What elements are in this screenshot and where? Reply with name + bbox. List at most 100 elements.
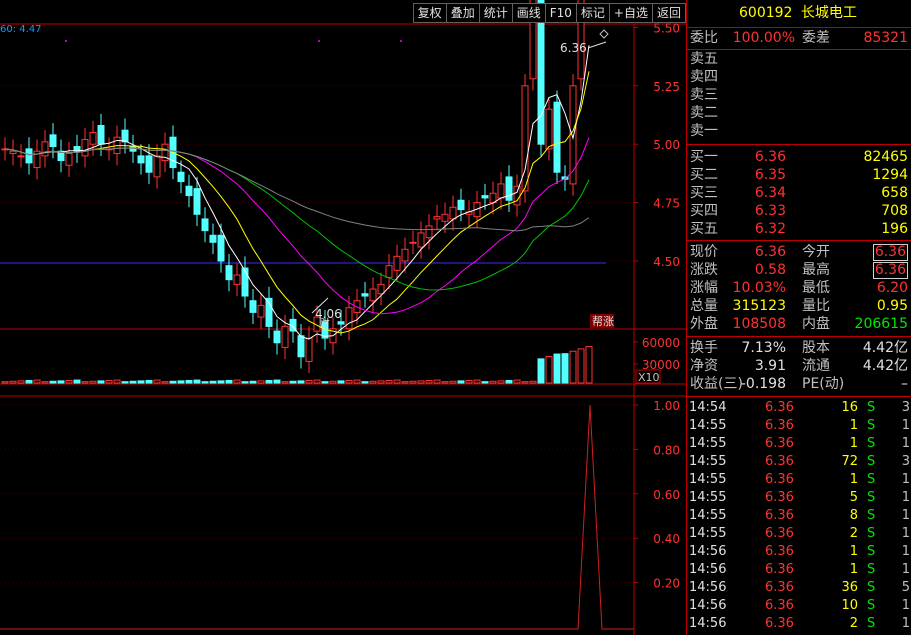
stat-value: 0.58 <box>754 262 786 278</box>
volume-bar <box>41 381 49 384</box>
stat-value: 206615 <box>854 316 908 332</box>
indicator-tick-label: 0.40 <box>653 532 680 546</box>
buy-level: 买一 6.36 82465 <box>687 148 911 166</box>
buy-levels: 买一 6.36 82465 买二 6.35 1294 买三 6.34 658 买四 6.33 7… <box>687 145 911 241</box>
statistics-button[interactable]: 统计 <box>478 3 513 23</box>
kline-chart[interactable]: 6.256.005.755.505.255.004.754.506.364.06… <box>0 0 686 635</box>
tick-count: 1 <box>901 436 910 451</box>
overlay-button[interactable]: 叠加 <box>445 3 480 23</box>
volume-bar <box>361 381 369 384</box>
tick-price: 6.36 <box>765 454 794 469</box>
candle <box>505 176 513 201</box>
candle <box>209 234 217 243</box>
candle <box>145 155 153 173</box>
sell-level-label: 卖三 <box>690 87 718 103</box>
buy-level-label: 买四 <box>690 203 718 219</box>
volume-bar <box>537 358 545 384</box>
tick-time: 14:56 <box>689 580 727 595</box>
quote-row: 涨跌 0.58 最高 6.36 <box>687 261 911 279</box>
tick-side: S <box>867 490 876 505</box>
indicator-tick-label: 1.00 <box>653 399 680 413</box>
tick-count: 1 <box>901 526 910 541</box>
tick-time: 14:55 <box>689 472 727 487</box>
candle <box>153 155 161 178</box>
tick-list[interactable]: 14:54 6.36 16 S 3 14:55 6.36 1 S 1 14:55 6.36 1 S 1 14:… <box>687 397 911 633</box>
buy-level-price: 6.34 <box>754 185 786 201</box>
f10-button[interactable]: F10 <box>544 3 577 23</box>
candle <box>201 218 209 232</box>
tick-row: 14:55 6.36 1 S 1 <box>687 417 911 435</box>
volume-bar <box>505 379 513 384</box>
tick-price: 6.36 <box>765 616 794 631</box>
stat-value: 6.36 <box>754 244 786 260</box>
quote-row: 涨幅 10.03% 最低 6.20 <box>687 279 911 297</box>
candle <box>281 325 289 348</box>
ma30-line <box>4 147 590 291</box>
candle <box>241 267 249 297</box>
buy-level-volume: 1294 <box>872 167 908 183</box>
mark-button[interactable]: 标记 <box>575 3 610 23</box>
ma20-line <box>4 137 590 315</box>
candle <box>9 150 17 155</box>
volume-bar <box>297 380 305 384</box>
volume-bar <box>25 379 33 384</box>
stat-value: 0.95 <box>876 298 908 314</box>
candle <box>81 139 89 157</box>
sell-level-label: 卖一 <box>690 123 718 139</box>
tick-side: S <box>867 526 876 541</box>
tick-volume: 1 <box>849 544 858 559</box>
draw-line-button[interactable]: 画线 <box>511 3 546 23</box>
volume-bar <box>489 380 497 384</box>
tick-price: 6.36 <box>765 580 794 595</box>
stat-value: 10.03% <box>732 280 786 296</box>
volume-bar <box>353 379 361 384</box>
candle <box>97 125 105 145</box>
tick-volume: 10 <box>841 598 858 613</box>
fund-row: 净资 3.91 流通 4.42亿 <box>687 357 911 375</box>
tick-time: 14:55 <box>689 454 727 469</box>
candle <box>569 85 577 185</box>
candle <box>409 241 417 244</box>
tick-count: 1 <box>901 490 910 505</box>
fund-label: 收益(三) <box>690 376 743 392</box>
candle <box>441 213 449 222</box>
tick-side: S <box>867 472 876 487</box>
tick-price: 6.36 <box>765 418 794 433</box>
candle <box>25 148 33 164</box>
event-marker <box>65 40 67 42</box>
candle <box>225 265 233 281</box>
volume-bar <box>113 379 121 384</box>
kline-chart-area[interactable]: 6.256.005.755.505.255.004.754.506.364.06… <box>0 0 686 635</box>
tick-side: S <box>867 400 876 415</box>
sell-level-label: 卖二 <box>690 105 718 121</box>
volume-bar <box>201 381 209 384</box>
back-button[interactable]: 返回 <box>651 3 686 23</box>
candle <box>121 129 129 143</box>
volume-bar <box>457 380 465 384</box>
candle <box>481 195 489 199</box>
buy-level-volume: 708 <box>881 203 908 219</box>
buy-level-price: 6.36 <box>754 149 786 165</box>
buy-level-price: 6.35 <box>754 167 786 183</box>
quote-row: 现价 6.36 今开 6.36 <box>687 243 911 261</box>
tick-volume: 2 <box>849 526 858 541</box>
tick-price: 6.36 <box>765 562 794 577</box>
buy-level-label: 买三 <box>690 185 718 201</box>
candle <box>401 248 409 262</box>
indicator-tick-label: 0.60 <box>653 488 680 502</box>
tick-volume: 8 <box>849 508 858 523</box>
fund-row: 换手 7.13% 股本 4.42亿 <box>687 339 911 357</box>
stock-name: 长城电工 <box>800 5 857 21</box>
add-watchlist-button[interactable]: +自选 <box>608 3 653 23</box>
volume-tick-label: 60000 <box>642 336 680 350</box>
volume-bar <box>49 380 57 384</box>
restore-rights-button[interactable]: 复权 <box>412 3 447 23</box>
tick-row: 14:55 6.36 2 S 1 <box>687 525 911 543</box>
stat-value: 315123 <box>732 298 786 314</box>
tick-time: 14:56 <box>689 616 727 631</box>
volume-bar <box>481 381 489 384</box>
volume-bar <box>225 379 233 384</box>
order-ratio-row: 委比 100.00% 委差 85321 <box>687 28 911 50</box>
tick-time: 14:56 <box>689 598 727 613</box>
tick-side: S <box>867 418 876 433</box>
